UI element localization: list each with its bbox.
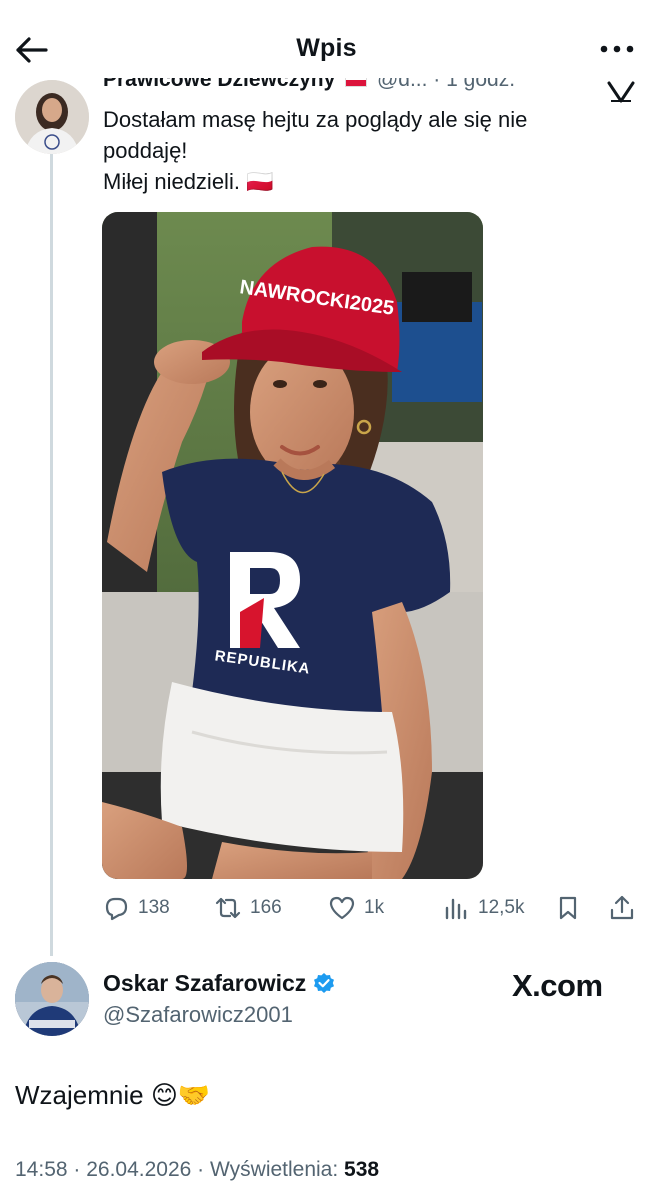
views-chart-icon (445, 898, 467, 920)
reply-text: Wzajemnie 😊🤝 (15, 1080, 210, 1111)
like-count: 1k (364, 897, 385, 918)
parent-tweet-text: Dostałam masę hejtu za poglądy ale się n… (103, 104, 623, 197)
xcom-watermark: X.com (512, 968, 603, 1003)
views-button[interactable]: 12,5k (442, 890, 524, 926)
tweet-photo[interactable]: NAWROCKI2025 REPUBLIKA (102, 212, 483, 879)
bookmark-icon (559, 896, 577, 920)
grok-x-icon[interactable] (605, 80, 637, 104)
tweet-time[interactable]: 14:58 (15, 1158, 68, 1181)
reply-author-name-row: Oskar Szafarowicz (103, 970, 336, 997)
tweet-line: Dostałam masę hejtu za poglądy ale się n… (103, 107, 528, 132)
avatar-image (15, 962, 89, 1036)
repost-button[interactable]: 166 (214, 890, 282, 926)
page-title: Wpis (296, 34, 357, 62)
more-button[interactable] (597, 34, 637, 64)
repost-icon (215, 897, 241, 919)
tweet-footer: 14:58 · 26.04.2026 · Wyświetlenia: 538 (15, 1158, 380, 1181)
tweet-line: poddaję! (103, 138, 188, 163)
reply-author-avatar[interactable] (15, 962, 89, 1036)
more-dots-icon (600, 45, 634, 53)
reply-text-content: Wzajemnie 😊🤝 (15, 1080, 211, 1110)
reply-author-name[interactable]: Oskar Szafarowicz (103, 970, 306, 997)
top-bar: Wpis (0, 0, 653, 78)
heart-icon (329, 896, 355, 920)
thread-connector (50, 150, 53, 956)
share-button[interactable] (608, 890, 644, 926)
reply-icon (105, 897, 128, 921)
avatar-image (15, 80, 89, 154)
tweet-line: Miłej niedzieli. 🇵🇱 (103, 169, 274, 194)
share-icon (610, 895, 634, 920)
views-total[interactable]: 538 (344, 1158, 379, 1181)
parent-avatar[interactable] (15, 80, 89, 154)
reply-button[interactable]: 138 (102, 890, 170, 926)
views-count: 12,5k (478, 897, 525, 918)
like-button[interactable]: 1k (328, 890, 384, 926)
reply-author-handle[interactable]: @Szafarowicz2001 (103, 1002, 293, 1028)
tweet-actions: 138 166 1k 12,5k (102, 890, 642, 926)
verified-badge-icon (314, 972, 335, 993)
bookmark-button[interactable] (554, 890, 590, 926)
repost-count: 166 (250, 897, 282, 918)
tweet-date[interactable]: 26.04.2026 (86, 1158, 191, 1181)
reply-count: 138 (138, 897, 170, 918)
views-label: Wyświetlenia: (210, 1158, 345, 1181)
photo-illustration: NAWROCKI2025 REPUBLIKA (102, 212, 483, 879)
